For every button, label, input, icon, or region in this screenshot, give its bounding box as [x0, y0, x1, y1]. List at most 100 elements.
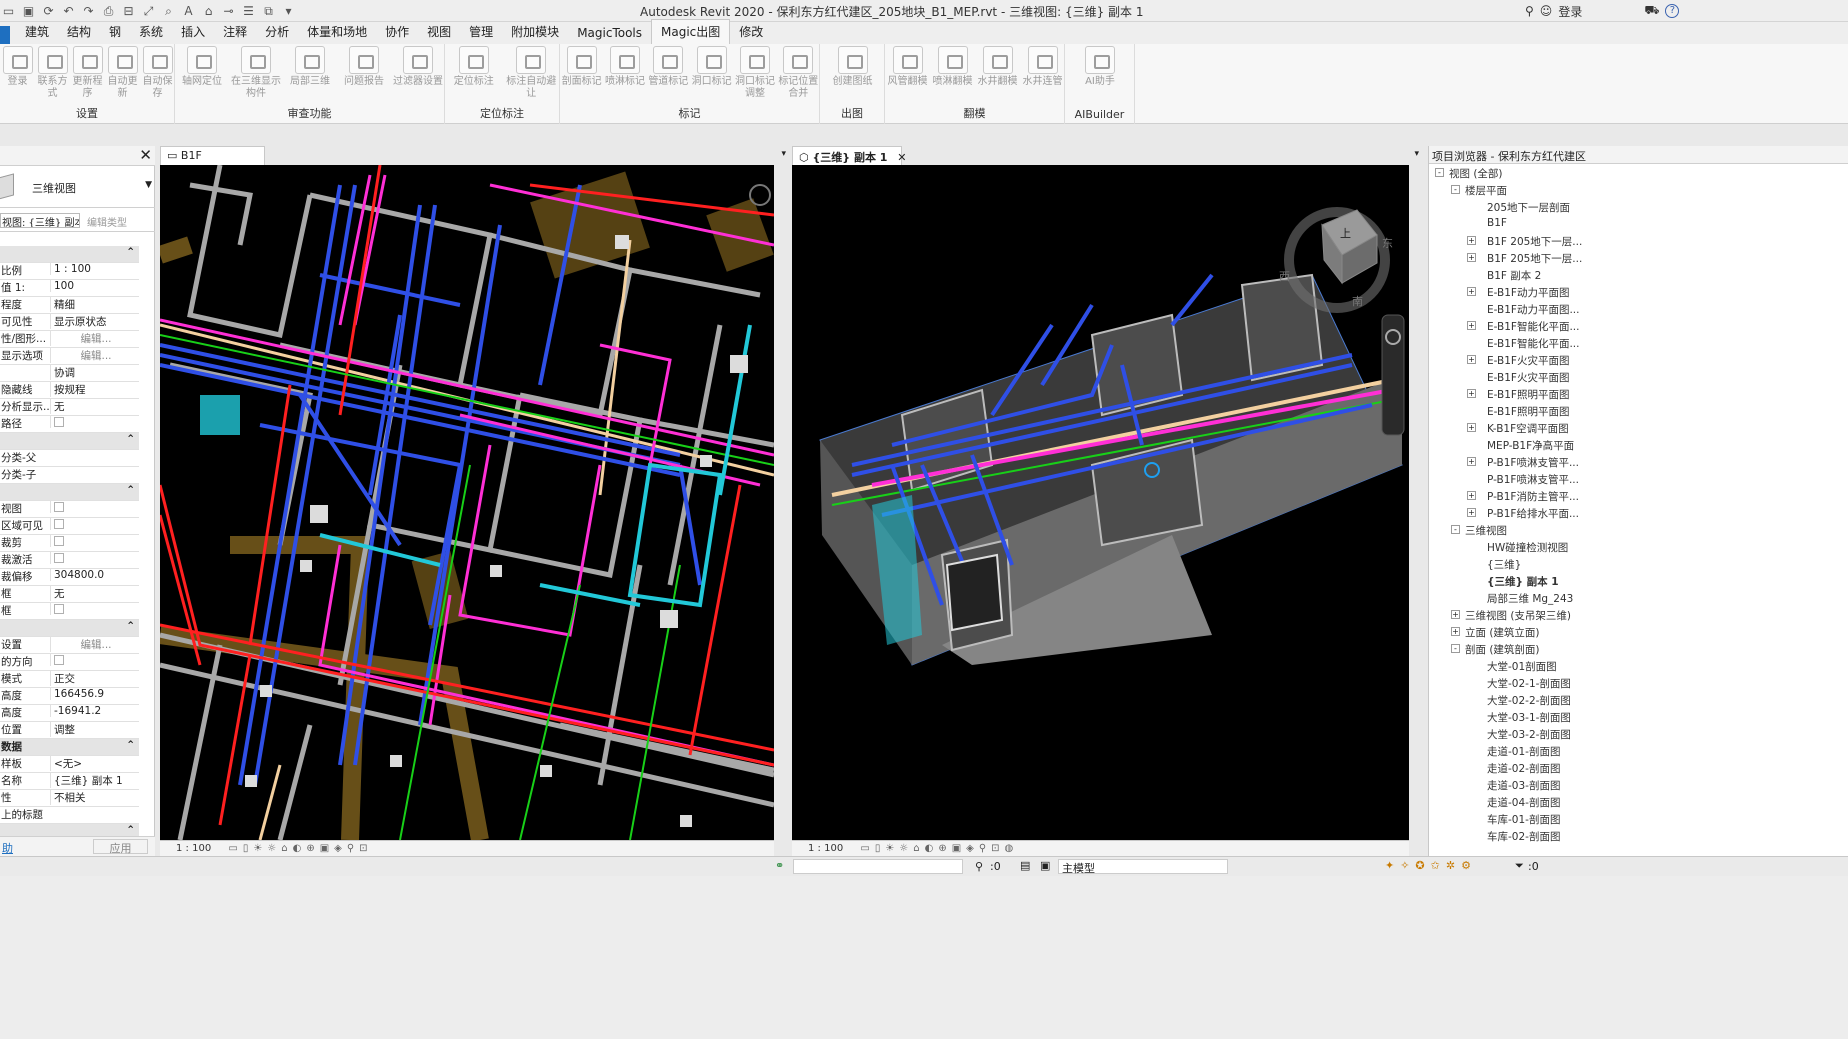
customize-qat-icon[interactable]: ▾ [280, 3, 297, 19]
ribbon-button-0-1[interactable]: 联系方式 [35, 46, 70, 100]
property-value[interactable] [50, 501, 138, 513]
menu-tab-4[interactable]: 插入 [172, 20, 214, 44]
ribbon-button-6-0[interactable]: AI助手 [1065, 46, 1135, 88]
ribbon-button-5-3[interactable]: 水井连管 [1020, 46, 1065, 88]
browser-tree-item[interactable]: B1F 副本 2 [1487, 268, 1541, 283]
edit-type-button[interactable]: 编辑类型 [87, 214, 127, 229]
browser-tree-item[interactable]: B1F 205地下一层... [1487, 234, 1582, 249]
property-value[interactable]: 1 : 100 [50, 263, 138, 275]
property-checkbox[interactable] [54, 604, 64, 614]
collapse-icon[interactable]: ⌃ [126, 246, 135, 258]
cart-icon[interactable]: ⛟ [1644, 3, 1659, 19]
chevron-down-icon[interactable]: ▼ [145, 180, 152, 190]
browser-tree-item[interactable]: 车库-01-剖面图 [1487, 812, 1560, 827]
property-value[interactable] [50, 518, 138, 530]
3d-view-icon[interactable]: ⌂ [200, 3, 217, 19]
ribbon-button-5-1[interactable]: 喷淋翻模 [930, 46, 975, 88]
apply-button[interactable]: 应用 [93, 839, 148, 855]
view-tab-b1f[interactable]: ▭ B1F [160, 146, 265, 165]
ribbon-button-1-4[interactable]: 过滤器设置 [391, 46, 445, 88]
menu-tab-6[interactable]: 分析 [256, 20, 298, 44]
property-edit-button[interactable]: 编辑... [50, 348, 138, 363]
help-button[interactable]: ? [1665, 4, 1680, 18]
sign-in-link[interactable]: 登录 [1558, 3, 1582, 20]
expand-icon[interactable]: + [1467, 508, 1476, 517]
properties-help-link[interactable]: 助 [2, 840, 13, 856]
property-value[interactable]: 按规程 [50, 382, 138, 397]
collapse-icon[interactable]: ⌃ [126, 620, 135, 632]
menu-tab-7[interactable]: 体量和场地 [298, 20, 376, 44]
redo-icon[interactable]: ↷ [80, 3, 97, 19]
ribbon-button-4-0[interactable]: 创建图纸 [820, 46, 885, 88]
property-section-header[interactable]: ⌃ [0, 620, 139, 637]
workset-dropdown[interactable] [793, 859, 963, 874]
browser-tree-item[interactable]: E-B1F照明平面图 [1487, 387, 1569, 402]
ribbon-button-0-0[interactable]: 登录 [0, 46, 35, 88]
expand-icon[interactable]: + [1467, 321, 1476, 330]
browser-tree-item[interactable]: P-B1F消防主管平... [1487, 489, 1579, 504]
menu-tab-2[interactable]: 钢 [100, 20, 130, 44]
property-value[interactable]: 显示原状态 [50, 314, 138, 329]
close-icon[interactable]: ✕ [139, 146, 152, 164]
expand-icon[interactable]: + [1467, 253, 1476, 262]
browser-tree-item[interactable]: 大堂-02-2-剖面图 [1487, 693, 1571, 708]
ribbon-button-1-0[interactable]: 轴网定位 [175, 46, 229, 88]
menu-tab-5[interactable]: 注释 [214, 20, 256, 44]
browser-tree-item[interactable]: E-B1F智能化平面... [1487, 319, 1580, 334]
property-value[interactable]: -16941.2 [50, 705, 138, 717]
browser-tree-item[interactable]: 205地下一层剖面 [1487, 200, 1570, 215]
dimension-icon[interactable]: ⤢ [140, 3, 157, 19]
browser-tree-item[interactable]: 大堂-03-1-剖面图 [1487, 710, 1571, 725]
browser-tree-item[interactable]: HW碰撞检测视图 [1487, 540, 1568, 555]
property-value[interactable]: 调整 [50, 722, 138, 737]
property-checkbox[interactable] [54, 536, 64, 546]
property-value[interactable]: 100 [50, 280, 138, 292]
expand-icon[interactable]: + [1467, 287, 1476, 296]
view-control-icons[interactable]: ▭▯☀☼⌂◐⊕▣◈⚲⊡ [228, 843, 372, 854]
menu-tab-14[interactable]: 修改 [730, 20, 772, 44]
browser-tree-item[interactable]: 局部三维 Mg_243 [1487, 591, 1573, 606]
cube-compass-west[interactable]: 西 [1279, 270, 1290, 283]
property-checkbox[interactable] [54, 655, 64, 665]
property-value[interactable] [50, 603, 138, 615]
property-value[interactable]: 166456.9 [50, 688, 138, 700]
view-control-icons[interactable]: ▭▯☀☼⌂◐⊕▣◈⚲⊡◍ [860, 843, 1018, 854]
browser-tree-item[interactable]: 大堂-03-2-剖面图 [1487, 727, 1571, 742]
menu-tab-13[interactable]: Magic出图 [651, 19, 731, 44]
property-edit-button[interactable]: 编辑... [50, 331, 138, 346]
browser-tree-item[interactable]: {三维} 副本 1 [1487, 574, 1559, 589]
design-options-icon[interactable]: ▤ [1020, 859, 1030, 872]
design-option-dropdown[interactable]: 主模型 [1058, 859, 1228, 875]
ribbon-button-1-3[interactable]: 问题报告 [337, 46, 391, 88]
text-icon[interactable]: A [180, 3, 197, 19]
browser-tree-item[interactable]: 三维视图 (支吊架三维) [1465, 608, 1571, 623]
ribbon-button-3-0[interactable]: 剖面标记 [560, 46, 603, 88]
expand-icon[interactable]: + [1467, 355, 1476, 364]
property-value[interactable]: <无> [50, 756, 138, 771]
property-checkbox[interactable] [54, 553, 64, 563]
property-value[interactable]: 304800.0 [50, 569, 138, 581]
property-value[interactable] [50, 552, 138, 564]
cube-compass-east[interactable]: 东 [1382, 237, 1393, 250]
property-section-header[interactable]: 数据 ⌃ [0, 739, 139, 756]
sync-icon[interactable]: ⟳ [40, 3, 57, 19]
collapse-icon[interactable]: ⌃ [126, 484, 135, 496]
browser-tree-item[interactable]: MEP-B1F净高平面 [1487, 438, 1574, 453]
property-value[interactable]: 不相关 [50, 790, 138, 805]
browser-tree-item[interactable]: P-B1F给排水平面... [1487, 506, 1579, 521]
view-scale[interactable]: 1 : 100 [176, 843, 211, 854]
cube-face-top[interactable]: 上 [1340, 227, 1351, 240]
property-value[interactable] [50, 535, 138, 547]
browser-tree-item[interactable]: 走道-04-剖面图 [1487, 795, 1560, 810]
ribbon-button-5-2[interactable]: 水井翻模 [975, 46, 1020, 88]
property-section-header[interactable]: ⌃ [0, 484, 139, 501]
browser-tree-item[interactable]: P-B1F喷淋支管平... [1487, 472, 1579, 487]
filter-icon[interactable]: ⏷ [1515, 859, 1524, 873]
expand-icon[interactable]: + [1451, 627, 1460, 636]
property-value[interactable]: 无 [50, 399, 138, 414]
undo-icon[interactable]: ↶ [60, 3, 77, 19]
close-tab-icon[interactable]: ✕ [897, 151, 906, 164]
browser-tree-item[interactable]: 三维视图 [1465, 523, 1507, 538]
open-icon[interactable]: ▭ [0, 3, 17, 19]
property-section-header[interactable]: ⌃ [0, 246, 139, 263]
